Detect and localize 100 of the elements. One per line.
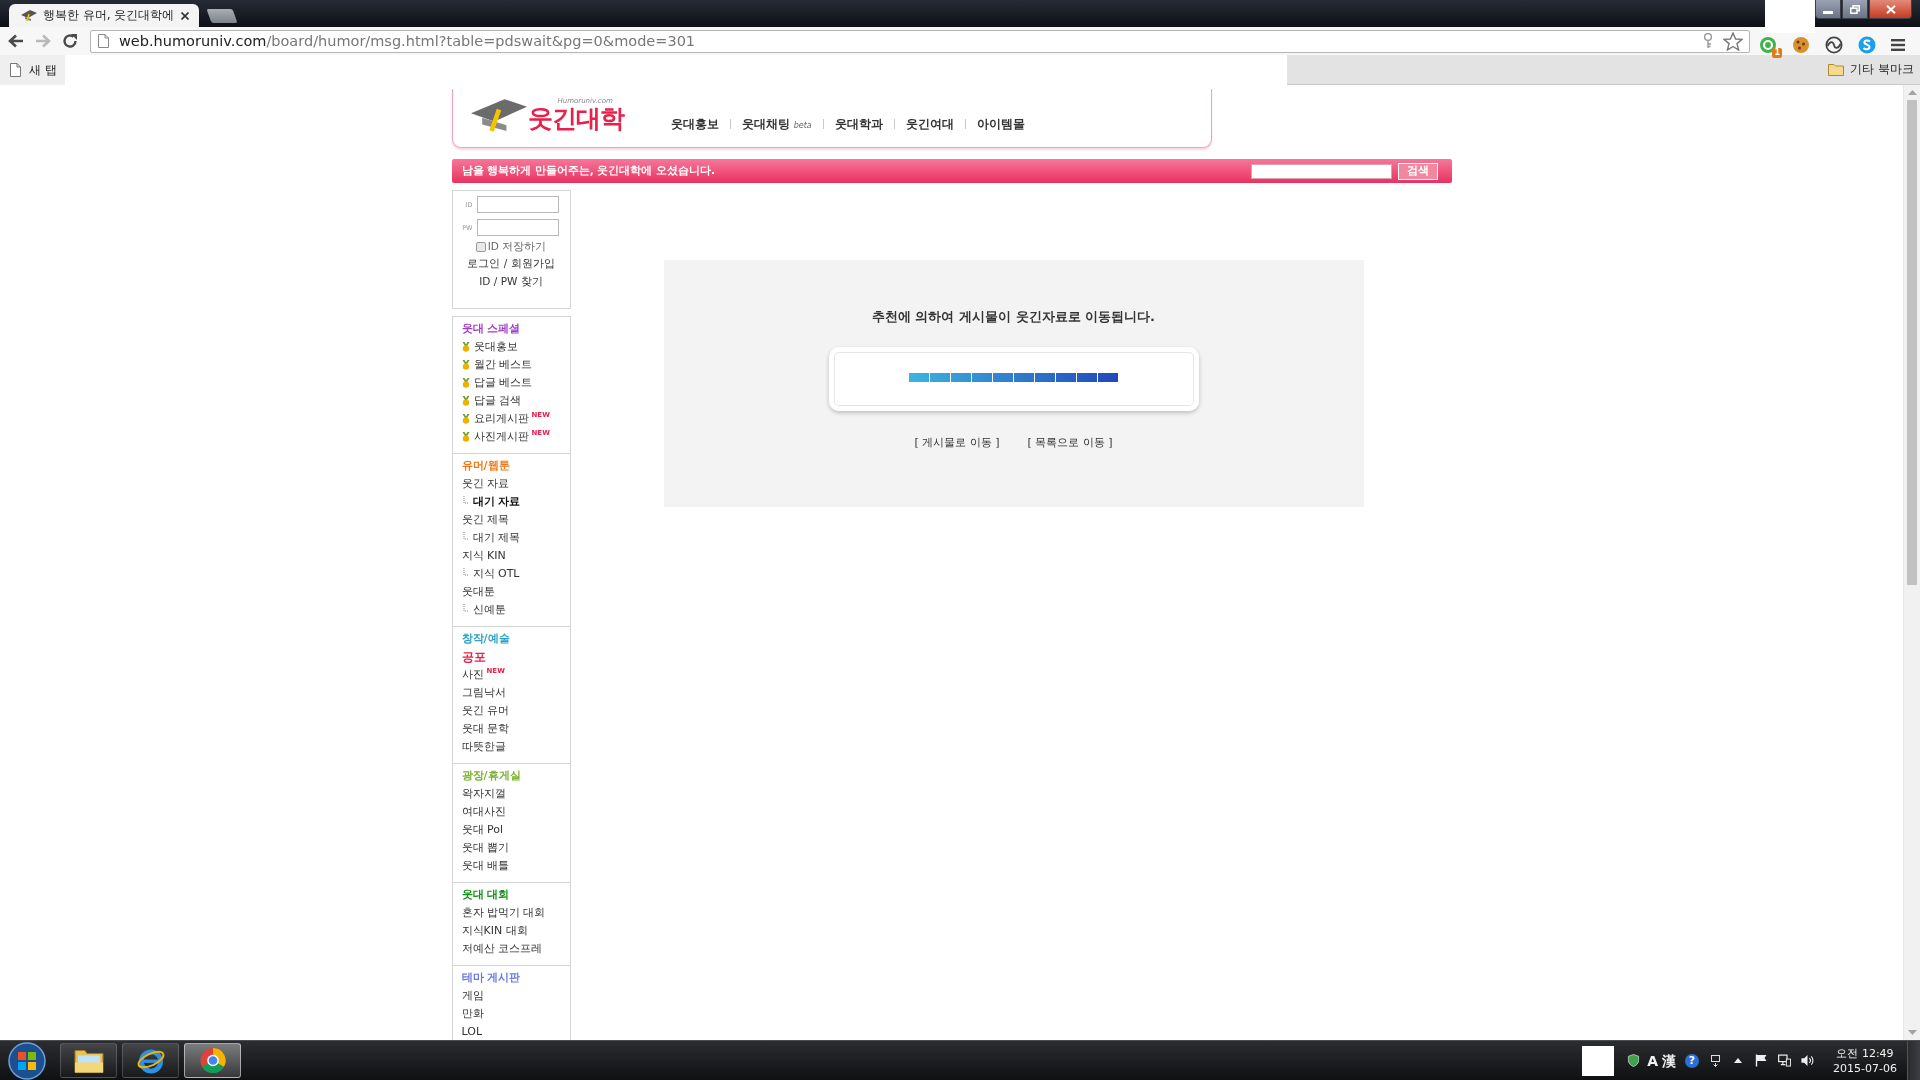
new-tab-button[interactable]	[206, 9, 238, 23]
page-icon	[10, 63, 21, 77]
menu-link[interactable]: 신예툰	[472, 602, 506, 618]
taskbar-app-button[interactable]	[60, 1043, 117, 1078]
nav-link[interactable]: 웃대홍보	[659, 115, 730, 133]
menu-link[interactable]: 따뜻한글	[461, 739, 506, 755]
orbit-logo-icon	[135, 1047, 166, 1074]
menu-link[interactable]: 웃긴 자료	[461, 476, 509, 492]
account-link[interactable]: 로그인 / 회원가입	[467, 254, 555, 272]
back-icon[interactable]	[8, 34, 24, 48]
menu-link[interactable]: 웃대 Pol	[461, 822, 504, 838]
reload-icon[interactable]	[62, 33, 78, 49]
start-orb-icon[interactable]	[8, 1041, 46, 1080]
nav-link[interactable]: 웃대채팅 beta	[730, 115, 823, 133]
extension-badge: 1	[1772, 48, 1782, 58]
account-link[interactable]: ID / PW 찾기	[479, 272, 543, 290]
menu-link[interactable]: 여대사진	[461, 804, 506, 820]
medal-icon	[461, 396, 470, 406]
restore-button[interactable]	[1842, 0, 1868, 19]
mortarboard-icon	[21, 10, 37, 21]
medal-icon	[461, 414, 470, 424]
menu-link[interactable]: 공포	[461, 649, 486, 665]
close-button[interactable]	[1869, 0, 1912, 19]
menu-section-title: 웃대 대회	[461, 887, 510, 903]
menu-link[interactable]: 게임	[461, 988, 484, 1004]
tree-branch-icon	[462, 568, 469, 576]
menu-link[interactable]: 지식 KIN	[461, 548, 506, 564]
menu-link[interactable]: 대기 제목	[472, 530, 520, 546]
shield-icon[interactable]	[1627, 1054, 1641, 1067]
menu-link[interactable]: 저예산 코스프레	[461, 941, 542, 957]
menu-link[interactable]: 혼자 밥먹기 대회	[461, 905, 546, 921]
menu-link[interactable]: 답글 베스트	[473, 375, 532, 391]
nav-link[interactable]: 아이템몰	[965, 115, 1036, 133]
extension-icon[interactable]	[1759, 36, 1777, 54]
menu-link[interactable]: 웃긴 제목	[461, 512, 509, 528]
remember-checkbox[interactable]	[475, 242, 486, 252]
volume-icon[interactable]	[1801, 1054, 1815, 1067]
medal-icon	[461, 432, 470, 442]
url-text: web.humoruniv.com/board/humor/msg.html?table=pdswait&pg=0&mode=301	[119, 33, 697, 49]
taskbar-app-button[interactable]	[184, 1043, 241, 1078]
minimize-button[interactable]	[1815, 0, 1841, 19]
scrollbar-thumb[interactable]	[1907, 100, 1917, 585]
menu-link[interactable]: 웃대홍보	[473, 339, 518, 355]
other-bookmarks-button[interactable]: 기타 북마크	[1828, 61, 1914, 78]
id-field[interactable]	[476, 196, 559, 213]
menu-link[interactable]: 대기 자료	[472, 494, 521, 510]
menu-link[interactable]: 그림낙서	[461, 685, 506, 701]
medal-icon	[461, 360, 470, 370]
close-icon[interactable]	[181, 11, 189, 20]
menu-link[interactable]: 요리게시판	[473, 411, 529, 427]
menu-link[interactable]: 월간 베스트	[473, 357, 532, 373]
circle-logo-icon	[197, 1047, 228, 1074]
small-window-icon[interactable]	[1711, 1054, 1721, 1067]
menu-section-title: 유머/웹툰	[461, 458, 510, 474]
move-link[interactable]: [ 목록으로 이동 ]	[1027, 435, 1113, 451]
menu-link[interactable]: 웃긴 유머	[461, 703, 509, 719]
scrollbar[interactable]	[1903, 85, 1920, 1040]
menu-link[interactable]: 만화	[461, 1006, 484, 1022]
menu-link[interactable]: 답글 검색	[473, 393, 521, 409]
star-icon[interactable]	[1723, 31, 1743, 51]
menu-link[interactable]: 사진	[461, 667, 484, 683]
key-icon[interactable]	[1703, 33, 1713, 49]
wave-circle-icon[interactable]	[1825, 36, 1843, 54]
remember-label[interactable]: ID 저장하기	[487, 240, 547, 254]
menu-icon[interactable]	[1891, 39, 1905, 51]
menu-link[interactable]: 지식 OTL	[472, 566, 520, 582]
browser-tab[interactable]: 행복한 유머, 웃긴대학에	[9, 4, 199, 27]
menu-link[interactable]: 웃대 문학	[461, 721, 509, 737]
blank-block	[1582, 1045, 1615, 1076]
flag-icon[interactable]	[1755, 1054, 1769, 1067]
swirl-logo-icon[interactable]	[1858, 36, 1876, 54]
menu-link[interactable]: 사진게시판	[473, 429, 529, 445]
ime-indicator[interactable]: 漢	[1662, 1052, 1677, 1069]
bookmark-item[interactable]: 새 탭	[0, 55, 65, 85]
cookie-icon[interactable]	[1792, 36, 1810, 54]
menu-link[interactable]: 왁자지껄	[461, 786, 506, 802]
menu-link[interactable]: 웃대 배틀	[461, 858, 509, 874]
nav-link[interactable]: 웃긴여대	[894, 115, 965, 133]
menu-link[interactable]: 지식KIN 대회	[461, 923, 528, 939]
menu-link[interactable]: 웃대툰	[461, 584, 495, 600]
help-button[interactable]: ?	[1685, 1053, 1700, 1068]
clock-date[interactable]: 2015-07-06	[1833, 1060, 1897, 1076]
mortarboard-icon[interactable]	[470, 99, 527, 133]
tree-branch-icon	[462, 532, 469, 540]
menu-link[interactable]: LOL	[461, 1024, 483, 1040]
address-bar[interactable]: web.humoruniv.com/board/humor/msg.html?table=pdswait&pg=0&mode=301	[90, 29, 1750, 53]
ime-indicator[interactable]: A	[1647, 1052, 1659, 1069]
menu-link[interactable]: 웃대 뽑기	[461, 840, 509, 856]
taskbar-app-button[interactable]	[122, 1043, 179, 1078]
clock-time[interactable]: 오전 12:49	[1836, 1045, 1894, 1061]
move-link[interactable]: [ 게시물로 이동 ]	[914, 435, 1000, 451]
nav-link[interactable]: 웃대학과	[823, 115, 894, 133]
caret-up-icon[interactable]	[1734, 1058, 1743, 1063]
logo-text[interactable]: 웃긴대학	[527, 105, 624, 133]
page-icon	[98, 34, 109, 48]
network-icon[interactable]	[1778, 1054, 1792, 1067]
notice-message: 추천에 의하여 게시물이 웃긴자료로 이동됩니다.	[871, 308, 1155, 326]
password-field[interactable]	[476, 219, 559, 236]
close-icon	[1885, 4, 1896, 14]
search-field[interactable]	[1250, 163, 1392, 179]
